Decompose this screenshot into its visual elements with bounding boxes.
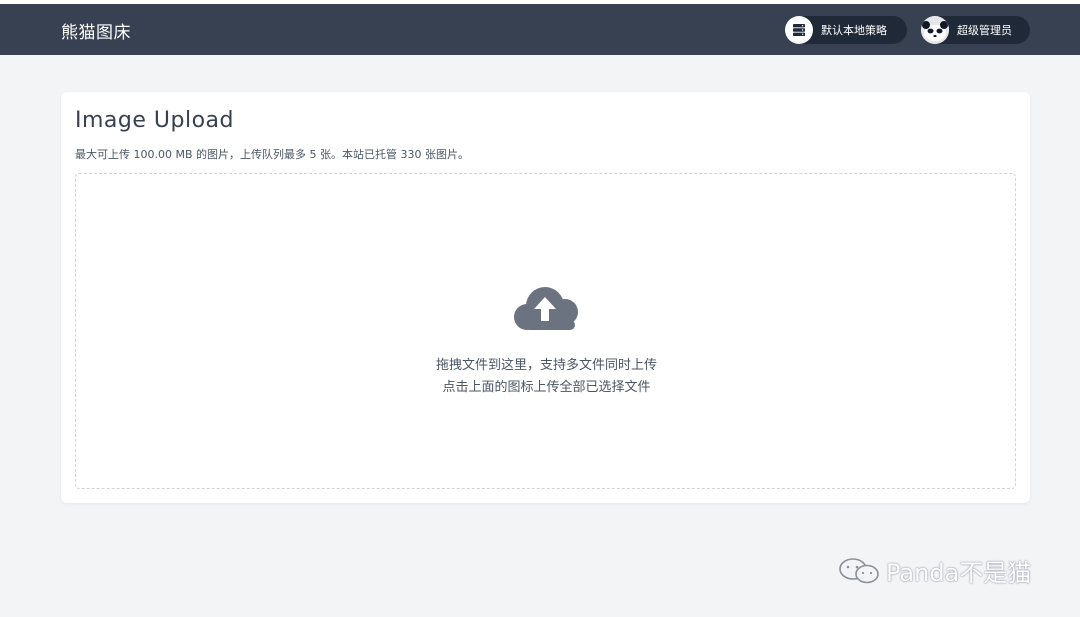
drag-drop-hint: 拖拽文件到这里，支持多文件同时上传 — [435, 358, 657, 373]
navbar: 熊猫图床 默认本地策略 超级管理员 — [0, 4, 1080, 55]
strategy-label: 默认本地策略 — [821, 24, 887, 37]
watermark: Panda不是猫 — [838, 553, 1031, 588]
page-title: Image Upload — [75, 108, 234, 133]
server-icon — [785, 16, 813, 44]
upload-limits-text: 最大可上传 100.00 MB 的图片，上传队列最多 5 张。本站已托管 330… — [75, 148, 469, 161]
brand-title[interactable]: 熊猫图床 — [61, 18, 131, 43]
upload-dropzone[interactable]: 拖拽文件到这里，支持多文件同时上传 点击上面的图标上传全部已选择文件 — [75, 173, 1016, 489]
upload-card: Image Upload 最大可上传 100.00 MB 的图片，上传队列最多 … — [61, 92, 1030, 503]
wechat-icon — [839, 557, 879, 583]
click-upload-hint: 点击上面的图标上传全部已选择文件 — [442, 380, 651, 395]
watermark-text: Panda不是猫 — [886, 559, 1032, 587]
cloud-upload-icon[interactable] — [511, 284, 583, 334]
strategy-button[interactable]: 默认本地策略 — [785, 16, 907, 44]
panda-avatar-icon — [921, 16, 949, 44]
user-menu-button[interactable]: 超级管理员 — [921, 16, 1030, 44]
user-label: 超级管理员 — [957, 24, 1012, 37]
